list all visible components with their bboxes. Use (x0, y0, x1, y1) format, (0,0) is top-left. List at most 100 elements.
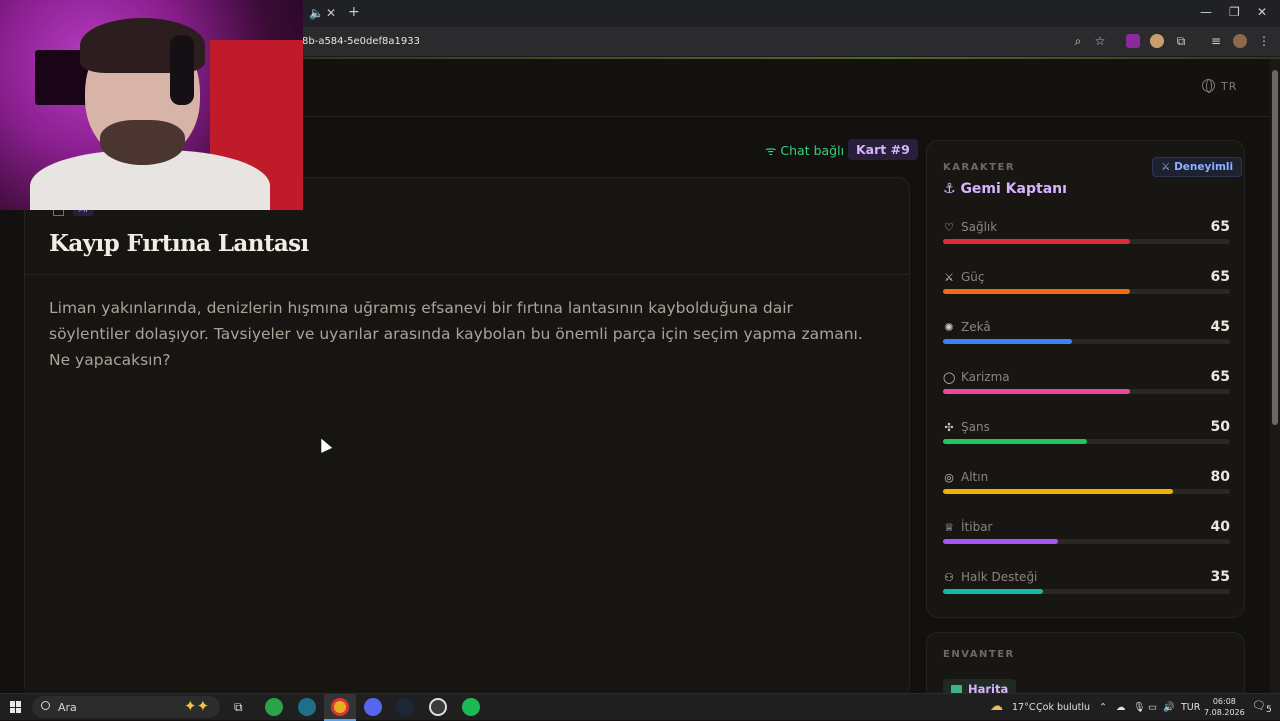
tab-close-icon[interactable]: ✕ (326, 6, 336, 20)
stat-bar-fill (943, 589, 1044, 594)
stat-row: ♡ Sağlık 65 (943, 219, 1230, 259)
stat-name: Karizma (961, 370, 1010, 384)
card-title: Kayıp Fırtına Lantası (49, 230, 309, 257)
weather-text[interactable]: Çok bulutlu (1036, 702, 1090, 713)
stat-bar-fill (943, 489, 1173, 494)
wifi-icon: ᯤ (765, 143, 777, 158)
stat-value: 40 (1210, 519, 1230, 535)
sword-icon: ⚔ (944, 271, 954, 284)
weather-temp[interactable]: 17°C (1012, 702, 1035, 713)
stat-bar-track (943, 539, 1230, 544)
steam-icon[interactable] (396, 698, 414, 716)
webcam-overlay (0, 0, 303, 210)
stat-bar-track (943, 489, 1230, 494)
chrome-icon[interactable] (331, 698, 349, 716)
stat-value: 65 (1210, 369, 1230, 385)
extension-icon[interactable] (1150, 34, 1164, 48)
clock[interactable]: 06:08 7.08.2026 (1204, 696, 1245, 718)
stat-row: ◯ Karizma 65 (943, 369, 1230, 409)
brain-icon: ✺ (944, 321, 954, 334)
section-label: KARAKTER (943, 162, 1016, 173)
stat-name: İtibar (961, 520, 993, 534)
webcam-person (100, 120, 185, 165)
clover-icon: ✣ (944, 421, 954, 434)
browser-menu-icon[interactable]: ⋮ (1257, 34, 1271, 48)
search-icon (41, 701, 50, 710)
restore-icon[interactable]: ❐ (1229, 5, 1240, 19)
stat-bar-fill (943, 439, 1087, 444)
profile-avatar-icon[interactable] (1233, 34, 1247, 48)
zoom-icon[interactable]: ⌕ (1071, 34, 1085, 48)
stat-bar-fill (943, 289, 1130, 294)
stat-row: ♕ İtibar 40 (943, 519, 1230, 559)
stat-name: Zekâ (961, 320, 991, 334)
headset (170, 35, 194, 105)
discord-icon[interactable] (364, 698, 382, 716)
stat-value: 65 (1210, 269, 1230, 285)
network-icon[interactable]: ▭ (1148, 702, 1157, 713)
window-close-icon[interactable]: ✕ (1257, 5, 1267, 19)
stat-bar-fill (943, 389, 1130, 394)
stat-name: Şans (961, 420, 990, 434)
stat-bar-track (943, 389, 1230, 394)
input-language[interactable]: TUR (1181, 702, 1200, 713)
anchor-icon: ⚓ (943, 181, 956, 197)
stat-bar-fill (943, 339, 1073, 344)
notification-icon[interactable]: 🗨5 (1252, 699, 1272, 715)
globe-icon (1202, 79, 1215, 93)
tray-chevron-icon[interactable]: ⌃ (1099, 702, 1107, 713)
language-selector[interactable]: TR (1202, 79, 1237, 93)
crossed-swords-icon: ⚔ (1161, 161, 1171, 173)
event-card: AI Kayıp Fırtına Lantası Liman yakınları… (24, 177, 910, 697)
taskbar-search[interactable]: Ara ✦✦ (32, 696, 220, 718)
chat-bubble-icon: ◯ (943, 371, 956, 384)
spotify-icon[interactable] (462, 698, 480, 716)
task-view-icon[interactable]: ⧉ (234, 700, 243, 715)
minimize-icon[interactable]: — (1200, 5, 1212, 19)
scrollbar-thumb[interactable] (1272, 70, 1278, 425)
character-panel: KARAKTER ⚔ Deneyimli ⚓ Gemi Kaptanı ♡ Sağ… (926, 140, 1245, 618)
sparkle-icon: ✦✦ (184, 697, 210, 715)
app-icon[interactable] (265, 698, 283, 716)
extensions-puzzle-icon[interactable]: ⧉ (1174, 34, 1188, 48)
stat-bar-fill (943, 239, 1130, 244)
inventory-panel: ENVANTER Harita (926, 632, 1245, 702)
taskbar: Ara ✦✦ ⧉ ☁ 17°C Çok bulutlu ⌃ ☁ 🎙 ▭ 🔊 TU… (0, 693, 1280, 721)
tray-icon[interactable]: ☁ (1116, 702, 1126, 713)
new-tab-icon[interactable]: + (348, 4, 360, 20)
stat-value: 35 (1210, 569, 1230, 585)
weather-icon[interactable]: ☁ (990, 699, 1003, 714)
extension-icon[interactable] (1126, 34, 1140, 48)
stat-bar-track (943, 339, 1230, 344)
stat-name: Altın (961, 470, 989, 484)
reading-list-icon[interactable]: ≡ (1209, 34, 1223, 48)
experience-badge: ⚔ Deneyimli (1152, 157, 1243, 177)
stat-row: ✺ Zekâ 45 (943, 319, 1230, 359)
heart-icon: ♡ (944, 221, 954, 234)
crown-icon: ♕ (944, 521, 954, 534)
app-icon[interactable] (298, 698, 316, 716)
stat-value: 80 (1210, 469, 1230, 485)
stat-row: ⚇ Halk Desteği 35 (943, 569, 1230, 609)
stat-bar-track (943, 289, 1230, 294)
character-name: ⚓ Gemi Kaptanı (943, 181, 1067, 197)
stat-row: ⚔ Güç 65 (943, 269, 1230, 309)
stat-value: 65 (1210, 219, 1230, 235)
tab-audio-icon[interactable]: 🔈 (309, 6, 324, 20)
stat-row: ◎ Altın 80 (943, 469, 1230, 509)
bookmark-star-icon[interactable]: ☆ (1093, 34, 1107, 48)
stat-bar-track (943, 589, 1230, 594)
stat-bar-fill (943, 539, 1058, 544)
stat-name: Sağlık (961, 220, 998, 234)
stat-row: ✣ Şans 50 (943, 419, 1230, 459)
obs-icon[interactable] (429, 698, 447, 716)
card-number-badge: Kart #9 (848, 139, 918, 160)
windows-start-icon[interactable] (10, 701, 22, 713)
stat-bar-track (943, 439, 1230, 444)
coins-icon: ◎ (944, 471, 954, 484)
volume-icon[interactable]: 🔊 (1163, 702, 1175, 713)
microphone-icon[interactable]: 🎙 (1133, 702, 1145, 713)
stat-name: Güç (961, 270, 985, 284)
section-label: ENVANTER (943, 649, 1015, 660)
url-text[interactable]: 8b-a584-5e0def8a1933 (302, 36, 420, 47)
